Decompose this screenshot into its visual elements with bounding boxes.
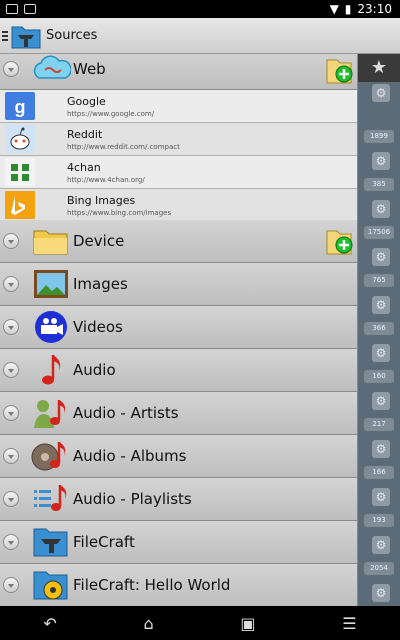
system-nav-bar: ↶ ⌂ ▣ ☰ <box>0 606 400 640</box>
filecraft-hello-icon <box>33 571 68 600</box>
source-name: Reddit <box>67 127 103 141</box>
count-badge: 765 <box>364 274 394 287</box>
picture-icon <box>34 270 68 298</box>
source-url: http://www.4chan.org/ <box>67 175 145 184</box>
drawer-item-label: Device <box>73 232 125 250</box>
drawer-item-audio-artists[interactable]: Audio - Artists <box>0 392 357 435</box>
source-url: https://www.google.com/ <box>67 109 155 118</box>
star-icon[interactable]: ★ <box>358 54 400 82</box>
filecraft-folder-icon <box>33 528 68 557</box>
clock: 23:10 <box>357 2 392 16</box>
artist-icon <box>34 400 66 428</box>
drawer-item-videos[interactable]: Videos <box>0 306 357 349</box>
expand-toggle-icon[interactable] <box>3 448 19 464</box>
drawer-item-label: Images <box>73 275 128 293</box>
expand-toggle-icon[interactable] <box>3 60 19 77</box>
settings-icon[interactable]: ⚙ <box>372 536 390 554</box>
menu-icon[interactable]: ☰ <box>342 614 356 633</box>
settings-icon[interactable]: ⚙ <box>372 200 390 218</box>
drawer-item-web[interactable]: Web <box>0 54 357 90</box>
list-item-bing-images[interactable]: Bing Images https://www.bing.com/images <box>0 189 357 222</box>
wifi-icon: ▼ <box>329 2 339 16</box>
count-badge: 160 <box>364 370 394 383</box>
add-web-source-icon[interactable] <box>324 54 354 86</box>
expand-toggle-icon[interactable] <box>3 534 19 550</box>
source-name: 4chan <box>67 160 101 174</box>
expand-toggle-icon[interactable] <box>3 319 19 335</box>
status-bar: ▼ ▮ 23:10 <box>0 0 400 18</box>
playlist-icon <box>34 485 67 511</box>
count-badge: 2054 <box>364 562 394 575</box>
music-note-icon <box>42 355 61 385</box>
settings-icon[interactable]: ⚙ <box>372 344 390 362</box>
drawer-item-images[interactable]: Images <box>0 263 357 306</box>
count-badge: 385 <box>364 178 394 191</box>
source-name: Bing Images <box>67 193 136 207</box>
count-badge: 193 <box>364 514 394 527</box>
battery-icon: ▮ <box>344 2 352 16</box>
drawer-item-label: Videos <box>73 318 123 336</box>
count-badge: 366 <box>364 322 394 335</box>
settings-icon[interactable]: ⚙ <box>372 440 390 458</box>
add-device-source-icon[interactable] <box>324 225 354 257</box>
home-icon[interactable]: ⌂ <box>144 614 154 633</box>
drawer-indicator-icon[interactable] <box>2 30 8 41</box>
source-url: https://www.bing.com/images <box>67 208 172 217</box>
recents-icon[interactable]: ▣ <box>240 614 255 633</box>
folder-icon <box>33 230 68 255</box>
settings-icon[interactable]: ⚙ <box>372 392 390 410</box>
settings-icon[interactable]: ⚙ <box>372 488 390 506</box>
list-item-google[interactable]: g Google https://www.google.com/ <box>0 90 357 123</box>
drawer-item-audio-playlists[interactable]: Audio - Playlists <box>0 478 357 521</box>
drawer-item-audio[interactable]: Audio <box>0 349 357 392</box>
app-title: Sources <box>46 28 98 43</box>
android-icon <box>24 4 36 14</box>
expand-toggle-icon[interactable] <box>3 276 19 292</box>
drawer-item-label: FileCraft: Hello World <box>73 576 231 594</box>
settings-icon[interactable]: ⚙ <box>372 84 390 102</box>
count-badge: 17506 <box>364 226 394 239</box>
drawer-item-label: FileCraft <box>73 533 135 551</box>
back-icon[interactable]: ↶ <box>43 614 56 633</box>
settings-icon[interactable]: ⚙ <box>372 152 390 170</box>
drawer-item-label: Web <box>73 59 106 78</box>
settings-icon[interactable]: ⚙ <box>372 584 390 602</box>
action-bar: Sources <box>0 18 400 54</box>
cloud-icon <box>33 54 71 79</box>
album-disc-icon <box>31 442 66 471</box>
drawer-item-label: Audio - Playlists <box>73 490 192 508</box>
background-list: ★ ⚙ 1899 ⚙ 385 ⚙ 17506 ⚙ 765 ⚙ 366 ⚙ 160… <box>358 54 400 606</box>
google-icon: g <box>5 92 35 120</box>
count-badge: 1899 <box>364 130 394 143</box>
drawer-item-device[interactable]: Device <box>0 220 357 263</box>
expand-toggle-icon[interactable] <box>3 233 19 249</box>
expand-toggle-icon[interactable] <box>3 362 19 378</box>
settings-icon[interactable]: ⚙ <box>372 248 390 266</box>
count-badge: 166 <box>364 466 394 479</box>
count-badge: 217 <box>364 418 394 431</box>
drawer-item-filecraft[interactable]: FileCraft <box>0 521 357 564</box>
expand-toggle-icon[interactable] <box>3 491 19 507</box>
drawer-item-filecraft-hello-world[interactable]: FileCraft: Hello World <box>0 564 357 606</box>
drawer-item-label: Audio - Artists <box>73 404 179 422</box>
list-item-reddit[interactable]: Reddit http://www.reddit.com/.compact <box>0 123 357 156</box>
reddit-icon <box>5 125 35 153</box>
expand-toggle-icon[interactable] <box>3 577 19 593</box>
drawer-item-label: Audio <box>73 361 116 379</box>
svg-text:g: g <box>15 97 26 117</box>
source-url: http://www.reddit.com/.compact <box>67 142 180 151</box>
drawer-item-audio-albums[interactable]: Audio - Albums <box>0 435 357 478</box>
source-name: Google <box>67 94 106 108</box>
drawer-item-label: Audio - Albums <box>73 447 187 465</box>
video-camera-icon <box>35 311 67 343</box>
bing-icon <box>5 191 35 219</box>
4chan-icon <box>5 158 35 186</box>
list-item-4chan[interactable]: 4chan http://www.4chan.org/ <box>0 156 357 189</box>
expand-toggle-icon[interactable] <box>3 405 19 421</box>
notification-icon <box>6 4 18 14</box>
settings-icon[interactable]: ⚙ <box>372 296 390 314</box>
app-logo-icon[interactable] <box>10 21 42 51</box>
sources-drawer: Web g Google https://www.google.com/ Red… <box>0 54 358 606</box>
